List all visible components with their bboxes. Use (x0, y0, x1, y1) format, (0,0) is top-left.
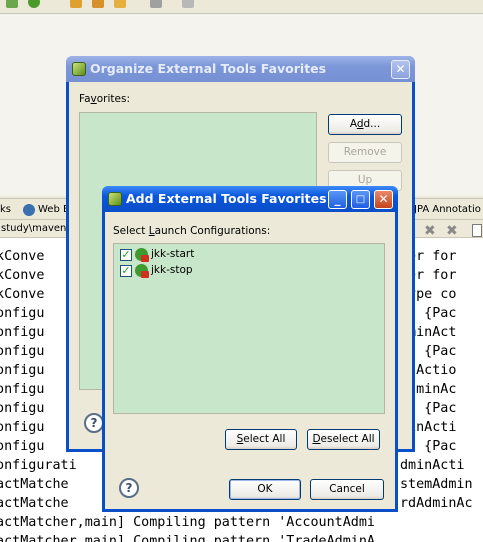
console-line-tail: stemAdmin (400, 477, 473, 492)
console-line-tail: rdAdminAc (400, 496, 473, 511)
toolbox-badge-icon (141, 271, 149, 278)
select-label-text-rest: aunch Configurations: (154, 225, 271, 237)
console-line: rkConve (0, 249, 45, 264)
new-folder-icon[interactable] (70, 0, 82, 8)
console-line: rkConve (0, 268, 45, 283)
close-icon[interactable]: ✕ (374, 190, 393, 209)
organize-dialog-title: Organize External Tools Favorites (90, 61, 327, 76)
add-dialog-title: Add External Tools Favorites (126, 191, 327, 206)
list-item[interactable]: ✓ jkk-start (120, 247, 320, 263)
add-button[interactable]: Add... (328, 114, 402, 135)
remove-all-terminated-icon[interactable]: ✖ (446, 224, 458, 238)
add-dialog-titlebar[interactable]: Add External Tools Favorites _ □ ✕ (102, 186, 398, 212)
console-line: Configu (0, 306, 45, 321)
remove-button[interactable]: Remove (328, 142, 402, 163)
eclipse-dialog-icon (72, 62, 86, 76)
console-line: Configu (0, 363, 45, 378)
select-all-label: elect All (243, 433, 286, 445)
view-tab-jpa-annotations[interactable]: JPA Annotatio (414, 202, 481, 218)
debug-icon[interactable] (28, 0, 40, 8)
web-browser-icon (23, 204, 35, 216)
console-line-tail: dminActi (400, 458, 465, 473)
deselect-all-button[interactable]: Deselect All (307, 429, 380, 450)
console-line: ractMatche (0, 496, 69, 511)
help-icon[interactable]: ? (84, 413, 104, 433)
cancel-button[interactable]: Cancel (310, 479, 384, 500)
console-line: Configu (0, 382, 45, 397)
console-line: ractMatche (0, 477, 69, 492)
console-line: ractMatcher,main] Compiling pattern 'Acc… (0, 515, 375, 530)
add-button-label-rest: d... (363, 118, 381, 130)
close-icon[interactable]: ✕ (391, 60, 410, 79)
console-line: Configu (0, 401, 45, 416)
search-icon[interactable] (150, 0, 162, 8)
navigate-icon[interactable] (182, 0, 194, 8)
ok-button[interactable]: OK (229, 479, 301, 500)
console-line: Configu (0, 439, 45, 454)
console-toolbar: ✖ ✖ (422, 224, 483, 238)
list-item-label: jkk-start (151, 248, 195, 260)
select-label-text: Select (113, 225, 149, 237)
terminate-icon[interactable]: ✖ (424, 224, 436, 238)
favorites-label-text-rest: orites: (96, 93, 130, 105)
select-all-button[interactable]: Select All (225, 429, 297, 450)
console-line: Configu (0, 344, 45, 359)
favorites-label: Favorites: (79, 93, 130, 105)
console-line: Configurati (0, 458, 77, 473)
console-line: ractMatcher,main] Compiling pattern 'Tra… (0, 534, 375, 542)
add-favorites-dialog: Add External Tools Favorites _ □ ✕ Selec… (102, 186, 398, 512)
eclipse-dialog-icon (108, 192, 122, 206)
list-item-label: jkk-stop (151, 264, 193, 276)
run-icon[interactable] (6, 0, 18, 8)
toolbox-badge-icon (141, 255, 149, 262)
console-line: Configu (0, 325, 45, 340)
checkbox-jkk-stop[interactable]: ✓ (120, 265, 132, 277)
maximize-icon[interactable]: □ (351, 190, 370, 209)
favorites-label-text: Fa (79, 93, 91, 105)
select-launch-configurations-label: Select Launch Configurations: (113, 225, 270, 237)
clear-console-icon[interactable] (472, 224, 482, 237)
launch-configurations-list[interactable]: ✓ jkk-start ✓ jkk-stop (113, 243, 385, 414)
view-tab-tasks[interactable]: ks (0, 202, 11, 218)
deselect-all-label: eselect All (320, 433, 375, 445)
deselect-all-mnemonic: D (312, 433, 321, 445)
list-item[interactable]: ✓ jkk-stop (120, 263, 320, 279)
open-folder-icon[interactable] (92, 0, 104, 8)
minimize-icon[interactable]: _ (328, 190, 347, 209)
console-line: rkConve (0, 287, 45, 302)
checkbox-jkk-start[interactable]: ✓ (120, 249, 132, 261)
add-button-label: A (349, 118, 357, 130)
help-icon[interactable]: ? (119, 478, 139, 498)
organize-dialog-titlebar[interactable]: Organize External Tools Favorites ✕ (66, 56, 415, 82)
console-line: Configu (0, 420, 45, 435)
eclipse-toolbar (0, 0, 483, 14)
open-type-icon[interactable] (114, 0, 126, 8)
